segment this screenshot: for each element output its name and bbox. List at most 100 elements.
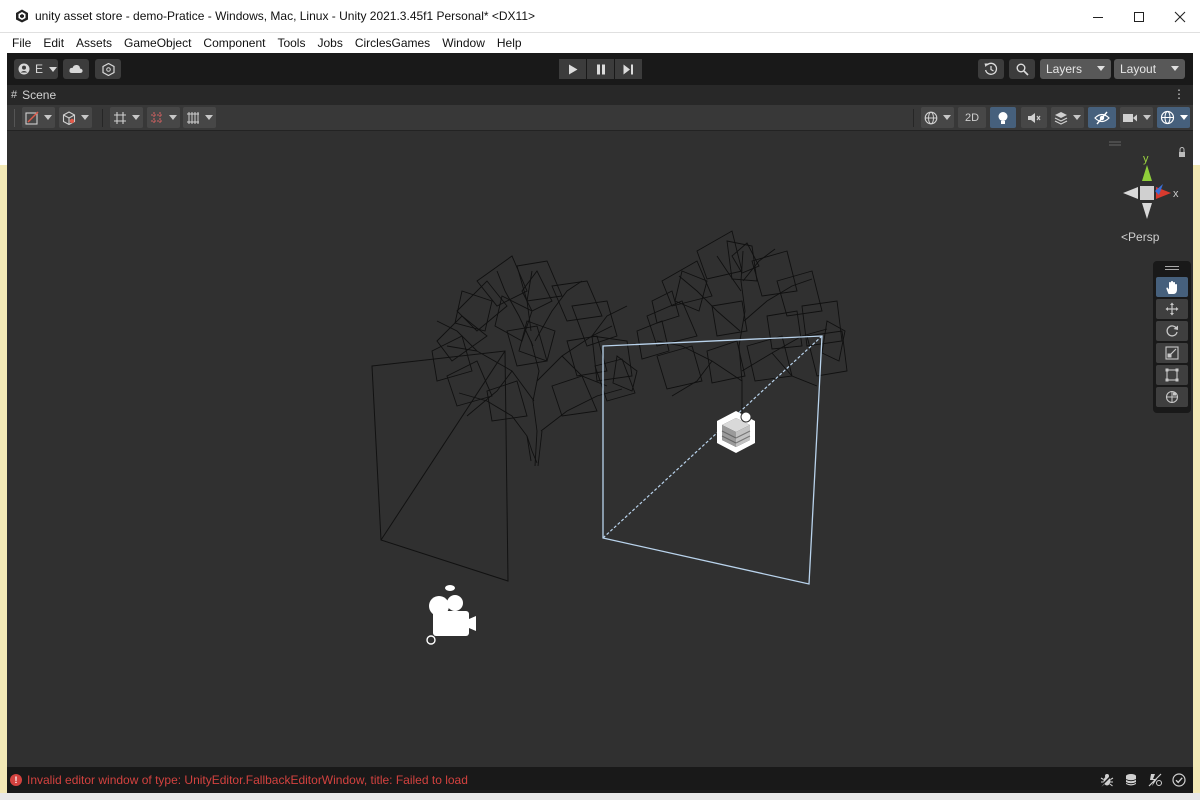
cube-icon — [62, 110, 75, 125]
scene-canvas — [371, 230, 848, 645]
history-button[interactable] — [978, 59, 1004, 79]
draw-mode-dropdown[interactable] — [22, 107, 55, 128]
grid-snap-dropdown[interactable] — [110, 107, 143, 128]
move-tool-button[interactable] — [1156, 299, 1188, 319]
menu-jobs[interactable]: Jobs — [311, 33, 348, 53]
chevron-down-icon — [1073, 115, 1082, 120]
account-dropdown[interactable]: E — [14, 59, 58, 79]
audio-mute-icon — [1028, 112, 1041, 123]
rotate-tool-button[interactable] — [1156, 321, 1188, 341]
close-button[interactable] — [1159, 0, 1200, 33]
chevron-down-icon — [943, 115, 952, 120]
eye-slash-icon — [1094, 111, 1110, 124]
main-toolbar: E Layers Layout — [7, 53, 1193, 85]
menu-gameobject[interactable]: GameObject — [118, 33, 197, 53]
play-button[interactable] — [559, 59, 586, 79]
transform-tool-button[interactable] — [1156, 387, 1188, 407]
chevron-down-icon — [1142, 115, 1151, 120]
layout-label: Layout — [1120, 62, 1157, 76]
draw-mode-globe-dropdown[interactable] — [921, 107, 954, 128]
scene-toolbar: 2D — [7, 105, 1193, 131]
history-icon — [984, 62, 998, 75]
tree-right — [636, 230, 848, 421]
console-status[interactable]: ! Invalid editor window of type: UnityEd… — [10, 773, 468, 787]
menu-edit[interactable]: Edit — [37, 33, 70, 53]
maximize-button[interactable] — [1118, 0, 1159, 33]
shaded-mode-icon — [25, 111, 39, 125]
gizmo-center-cube — [1140, 186, 1154, 200]
chevron-down-icon — [205, 115, 214, 120]
menu-window[interactable]: Window — [436, 33, 491, 53]
grid-visibility-dropdown[interactable] — [183, 107, 216, 128]
move-icon — [1165, 302, 1179, 316]
camera-dropdown[interactable] — [1120, 107, 1153, 128]
axis-x-label: x — [1173, 188, 1179, 200]
light-bulb-icon — [998, 111, 1008, 124]
cache-database-icon[interactable] — [1123, 772, 1139, 788]
lock-icon[interactable] — [1179, 152, 1185, 157]
checkmark-icon[interactable] — [1171, 772, 1187, 788]
search-button[interactable] — [1009, 59, 1035, 79]
gizmo-globe-icon — [1160, 110, 1174, 125]
scene-tab-row: # Scene ⋮ — [7, 85, 1193, 105]
scale-icon — [1165, 346, 1179, 360]
projection-toggle[interactable]: <Persp — [1121, 230, 1159, 244]
error-icon: ! — [10, 774, 22, 786]
cloud-button[interactable] — [63, 59, 89, 79]
auto-generate-lighting-icon[interactable] — [1147, 772, 1163, 788]
camera-gizmo-icon — [426, 585, 476, 645]
layers-dropdown[interactable]: Layers — [1040, 59, 1111, 79]
toggle-2d-button[interactable]: 2D — [958, 107, 986, 128]
axis-y-cone — [1142, 165, 1152, 181]
debug-bug-icon[interactable] — [1099, 772, 1115, 788]
chevron-down-icon — [1171, 66, 1179, 71]
chevron-down-icon — [132, 115, 141, 120]
separator — [913, 109, 914, 127]
menu-file[interactable]: File — [6, 33, 37, 53]
menu-circlesgames[interactable]: CirclesGames — [349, 33, 436, 53]
hand-tool-button[interactable] — [1156, 277, 1188, 297]
step-button[interactable] — [615, 59, 642, 79]
minimize-icon — [1092, 16, 1103, 18]
more-options-icon[interactable]: ⋮ — [1173, 87, 1185, 101]
panel-grip-icon[interactable] — [1165, 266, 1179, 270]
chevron-down-icon — [81, 115, 90, 120]
status-bar: ! Invalid editor window of type: UnityEd… — [7, 767, 1193, 793]
effects-layers-icon — [1054, 111, 1068, 125]
menu-bar: File Edit Assets GameObject Component To… — [0, 33, 1200, 53]
menu-tools[interactable]: Tools — [271, 33, 311, 53]
scene-viewport[interactable]: y x <Persp — [7, 131, 1193, 767]
unity-logo-icon — [16, 9, 28, 23]
hexagon-icon — [101, 62, 115, 76]
audio-toggle[interactable] — [1021, 107, 1047, 128]
menu-component[interactable]: Component — [197, 33, 271, 53]
maximize-icon — [1133, 11, 1144, 22]
status-message: Invalid editor window of type: UnityEdit… — [27, 773, 468, 787]
menu-assets[interactable]: Assets — [70, 33, 118, 53]
left-edge-top — [0, 53, 7, 165]
pause-button[interactable] — [587, 59, 614, 79]
collab-button[interactable] — [95, 59, 121, 79]
right-edge-top — [1193, 53, 1200, 165]
toolbar-grip — [14, 109, 15, 127]
orientation-gizmo[interactable]: y x — [1107, 141, 1187, 226]
tab-scene[interactable]: # Scene — [11, 85, 56, 105]
search-icon — [1016, 63, 1029, 76]
menu-help[interactable]: Help — [491, 33, 528, 53]
gizmos-dropdown[interactable] — [1157, 107, 1190, 128]
render-mode-dropdown[interactable] — [59, 107, 92, 128]
rect-tool-button[interactable] — [1156, 365, 1188, 385]
tree-left — [431, 255, 638, 467]
axis-y-label: y — [1143, 153, 1149, 165]
lighting-toggle[interactable] — [990, 107, 1016, 128]
account-icon — [18, 63, 30, 75]
increment-snap-dropdown[interactable] — [147, 107, 180, 128]
layout-dropdown[interactable]: Layout — [1114, 59, 1185, 79]
effects-dropdown[interactable] — [1051, 107, 1084, 128]
separator — [102, 109, 103, 127]
minimize-button[interactable] — [1077, 0, 1118, 33]
scale-tool-button[interactable] — [1156, 343, 1188, 363]
chevron-down-icon — [44, 115, 53, 120]
cloud-icon — [69, 64, 83, 73]
hidden-objects-toggle[interactable] — [1088, 107, 1116, 128]
